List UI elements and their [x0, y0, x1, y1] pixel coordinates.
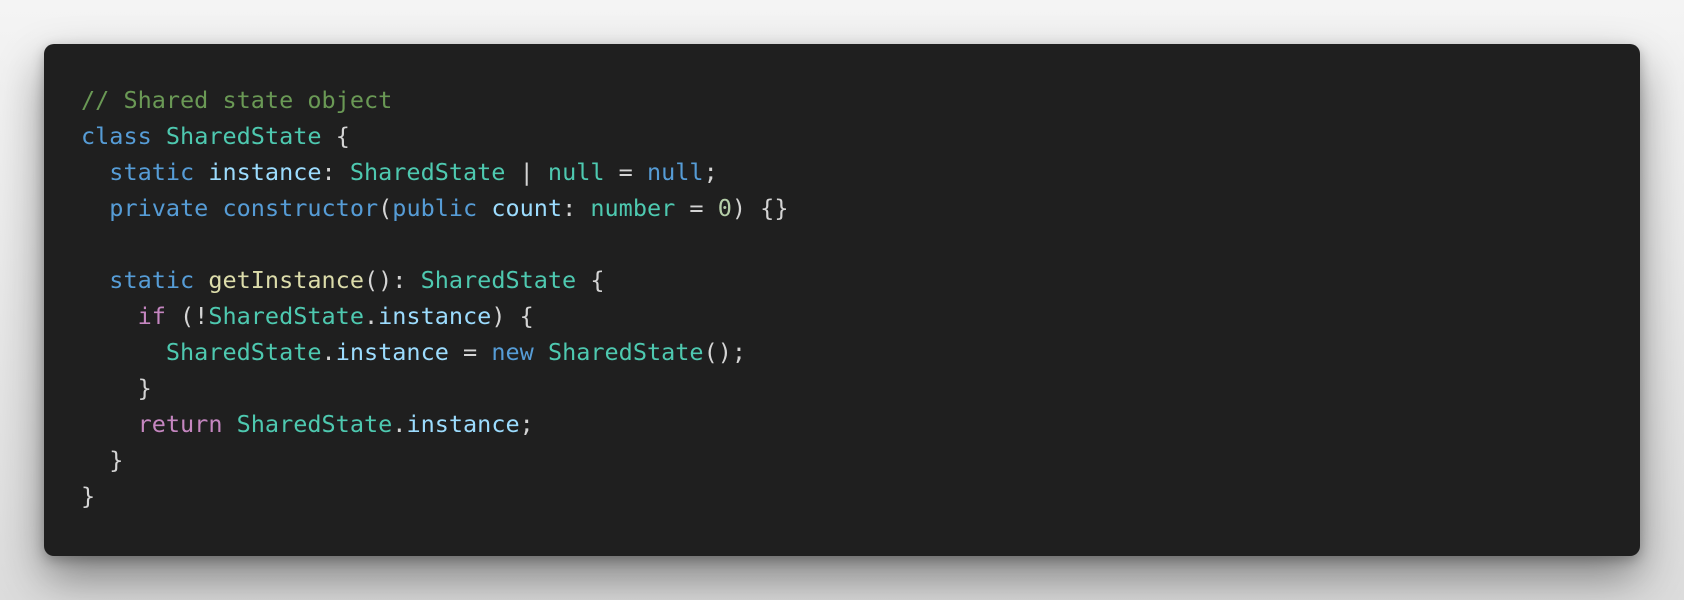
- code-token-punct: |: [505, 158, 548, 186]
- code-token-punct: ;: [703, 158, 718, 186]
- code-token-punct: =: [675, 194, 718, 222]
- code-token-punct: {: [576, 266, 605, 294]
- code-token-type: SharedState: [165, 122, 322, 150]
- code-token-punct: {: [321, 122, 350, 150]
- code-token-punct: .: [363, 302, 379, 330]
- code-token-punct: :: [562, 194, 591, 222]
- code-token-type: SharedState: [236, 410, 393, 438]
- code-token-control: if: [137, 302, 166, 330]
- code-token-control: return: [137, 410, 223, 438]
- code-token-punct: =: [448, 338, 492, 366]
- code-token-punct: .: [321, 338, 336, 366]
- code-token-punct: [208, 194, 222, 222]
- code-token-punct: (: [378, 194, 393, 222]
- code-token-comment: // Shared state object: [81, 86, 393, 114]
- code-token-function: getInstance: [208, 266, 364, 294]
- code-token-variable: instance: [378, 302, 492, 330]
- code-token-punct: [534, 338, 548, 366]
- code-token-punct: =: [604, 158, 647, 186]
- code-line: }: [81, 478, 1640, 514]
- code-token-keyword: public: [392, 194, 478, 222]
- code-line: if (!SharedState.instance) {: [81, 298, 1640, 334]
- code-token-variable: count: [491, 194, 563, 222]
- code-token-type: SharedState: [208, 302, 364, 330]
- code-token-keyword: private: [109, 194, 209, 222]
- code-token-keyword: new: [491, 338, 534, 366]
- code-token-punct: }: [81, 446, 124, 474]
- code-line: return SharedState.instance;: [81, 406, 1640, 442]
- code-token-type: number: [590, 194, 676, 222]
- code-token-keyword: static: [109, 266, 195, 294]
- code-token-punct: ();: [703, 338, 747, 366]
- code-token-punct: [152, 122, 166, 150]
- code-token-punct: [81, 194, 109, 222]
- code-token-type: null: [547, 158, 605, 186]
- code-token-punct: [81, 266, 109, 294]
- code-token-keyword: static: [109, 158, 195, 186]
- code-token-punct: [81, 158, 109, 186]
- code-token-variable: instance: [208, 158, 322, 186]
- code-token-keyword: null: [646, 158, 704, 186]
- code-token-punct: [81, 410, 138, 438]
- code-token-punct: .: [392, 410, 407, 438]
- code-token-punct: [194, 266, 208, 294]
- code-token-type: SharedState: [165, 338, 322, 366]
- code-token-punct: }: [81, 374, 152, 402]
- code-snippet-card: // Shared state object class SharedState …: [44, 44, 1640, 556]
- code-token-punct: ) {}: [731, 194, 789, 222]
- code-token-variable: instance: [335, 338, 449, 366]
- code-line: static instance: SharedState | null = nu…: [81, 154, 1640, 190]
- code-line: private constructor(public count: number…: [81, 190, 1640, 226]
- code-token-punct: ) {: [491, 302, 534, 330]
- code-token-punct: [194, 158, 208, 186]
- code-token-keyword: class: [81, 122, 152, 150]
- code-line: class SharedState {: [81, 118, 1640, 154]
- code-token-punct: :: [321, 158, 350, 186]
- code-line: }: [81, 442, 1640, 478]
- code-token-type: SharedState: [349, 158, 506, 186]
- code-token-punct: }: [81, 482, 96, 510]
- code-token-punct: [477, 194, 491, 222]
- code-token-punct: ():: [363, 266, 421, 294]
- code-line: // Shared state object: [81, 82, 1640, 118]
- code-token-punct: [81, 302, 138, 330]
- code-token-punct: ;: [519, 410, 534, 438]
- code-token-type: SharedState: [547, 338, 704, 366]
- code-token-punct: (!: [165, 302, 209, 330]
- code-token-punct: [222, 410, 236, 438]
- code-token-type: SharedState: [420, 266, 577, 294]
- code-line: static getInstance(): SharedState {: [81, 262, 1640, 298]
- code-line: SharedState.instance = new SharedState()…: [81, 334, 1640, 370]
- code-token-number: 0: [717, 194, 732, 222]
- code-token-keyword: constructor: [222, 194, 379, 222]
- code-token-variable: instance: [406, 410, 520, 438]
- code-token-punct: [81, 338, 166, 366]
- code-block: // Shared state object class SharedState …: [81, 82, 1640, 514]
- code-line: }: [81, 370, 1640, 406]
